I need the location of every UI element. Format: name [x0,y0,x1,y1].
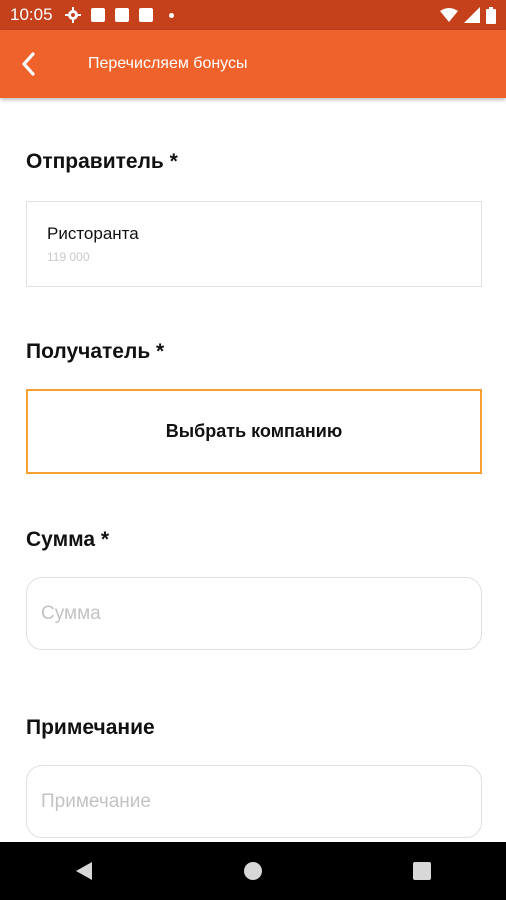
app-bar: Перечисляем бонусы [0,30,506,98]
settings-icon [64,7,81,23]
nav-recents-button[interactable] [392,842,452,900]
sender-label: Отправитель * [26,150,178,173]
amount-input[interactable] [26,577,482,650]
wifi-icon [440,8,458,22]
square-recents-icon [412,862,431,880]
sender-name: Ристоранта [47,224,139,243]
transfer-form: Отправитель * Ристоранта 119 000 Получат… [0,98,506,842]
page-title: Перечисляем бонусы [88,55,248,72]
triangle-back-icon [76,862,93,880]
battery-icon [486,6,496,24]
signal-icon [464,7,480,23]
status-time: 10:05 [10,5,53,24]
back-button[interactable] [0,30,56,98]
nav-home-button[interactable] [223,842,283,900]
note-input[interactable] [26,765,482,838]
sender-card[interactable]: Ристоранта 119 000 [26,201,482,287]
sender-balance: 119 000 [47,250,90,264]
notification-square-icon [138,8,153,22]
recipient-label: Получатель * [26,340,165,363]
note-label: Примечание [26,716,155,739]
more-notifications-dot-icon [168,12,174,18]
notification-square-icon [90,8,105,22]
notification-icons [64,7,174,23]
notification-square-icon [114,8,129,22]
nav-back-button[interactable] [54,842,114,900]
chevron-left-icon [22,52,35,76]
status-bar: 10:05 [0,0,506,30]
select-company-button[interactable]: Выбрать компанию [26,389,482,474]
system-icons [440,6,496,24]
system-navigation-bar [0,842,506,900]
circle-home-icon [243,862,262,880]
amount-label: Сумма * [26,528,110,551]
